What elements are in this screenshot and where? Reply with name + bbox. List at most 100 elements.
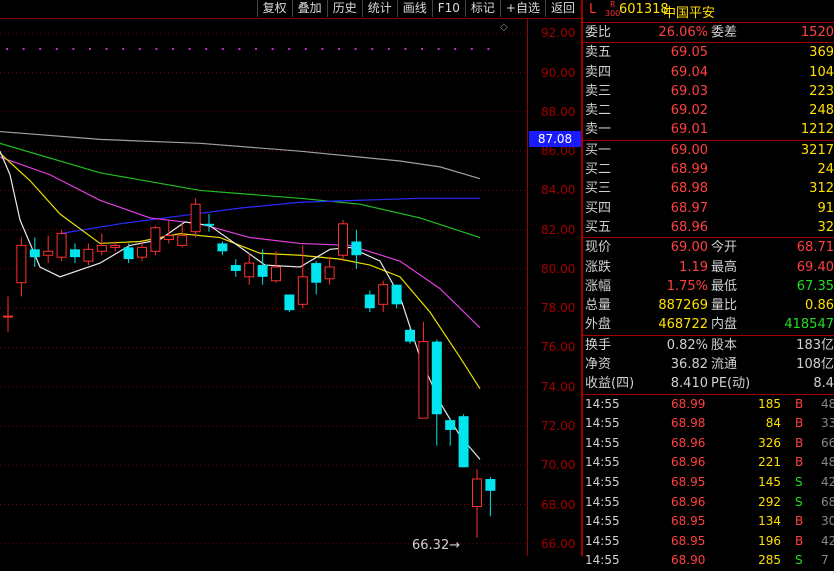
axis-label: 76.00 — [541, 340, 576, 355]
bid-row[interactable]: 买一 69.00 3217 — [583, 141, 834, 160]
candle-body — [297, 276, 308, 305]
bid-row[interactable]: 买二 68.99 24 — [583, 160, 834, 179]
candle-body — [378, 284, 389, 305]
toolbar-button[interactable]: 复权 — [256, 0, 292, 17]
kline-chart[interactable] — [0, 19, 582, 556]
marker-dot — [6, 48, 8, 50]
expand-icon[interactable]: ◇ — [500, 22, 508, 33]
tick-row: 14:55 68.96 326 B 66 — [585, 435, 834, 450]
axis-label: 90.00 — [541, 65, 576, 80]
marker-dot — [387, 48, 390, 50]
axis-label: 68.00 — [541, 497, 576, 512]
axis-label: 82.00 — [541, 222, 576, 237]
price: 68.97 — [670, 200, 708, 216]
volume: 32 — [817, 219, 834, 235]
candle-body — [56, 233, 67, 258]
axis-label: 70.00 — [541, 458, 576, 473]
bid-row[interactable]: 买五 68.96 32 — [583, 218, 834, 237]
axis-label: 74.00 — [541, 379, 576, 394]
toolbar-button[interactable]: 叠加 — [291, 0, 327, 17]
candle-body — [431, 341, 442, 415]
marker-dot — [39, 48, 42, 50]
current-price-tag: 87.08 — [529, 131, 581, 147]
candle-body — [70, 249, 80, 258]
candle-body — [110, 244, 121, 248]
toolbar-button[interactable]: +自选 — [499, 0, 545, 17]
marker-dot — [188, 48, 191, 50]
rong-badge: R 300 — [605, 0, 621, 18]
candle-body — [391, 284, 402, 305]
ma60-line — [59, 197, 480, 235]
candle-body — [257, 265, 268, 277]
marker-dot — [22, 48, 25, 50]
marker-dot — [371, 48, 374, 50]
bid-row[interactable]: 买四 68.97 91 — [583, 199, 834, 218]
weibi-value: 26.06% — [658, 25, 708, 40]
ask-row[interactable]: 卖三 69.03 223 — [583, 82, 834, 101]
low-price-label: 66.32→ — [412, 538, 461, 553]
tick-row: 14:55 68.96 292 S 68 — [585, 494, 834, 509]
marker-dot — [437, 48, 440, 50]
marker-dot — [238, 48, 241, 50]
candle-body — [458, 416, 469, 468]
quote-row: 外盘 468722 内盘 418547 — [585, 317, 834, 333]
candle-body — [405, 329, 415, 342]
marker-dot — [255, 48, 257, 50]
ask-row[interactable]: 卖五 69.05 369 — [583, 43, 834, 62]
ma5-line — [0, 150, 481, 460]
quote-row: 现价 69.00 今开 68.71 — [585, 240, 834, 256]
candle-body — [230, 265, 241, 271]
candle-body — [163, 235, 174, 241]
candle-body — [16, 244, 27, 284]
tick-row: 14:55 68.90 285 S 7 — [585, 553, 829, 568]
toolbar-button[interactable]: 统计 — [361, 0, 397, 17]
axis-label: 92.00 — [541, 26, 576, 41]
marker-dot — [421, 48, 423, 50]
bid-row[interactable]: 买三 68.98 312 — [583, 179, 834, 198]
volume: 248 — [809, 103, 834, 119]
marker-dot — [487, 48, 490, 50]
tick-list[interactable]: 14:55 68.99 185 B 48 14:55 68.98 84 B 33 14:55 68.9… — [583, 395, 834, 571]
quote-stats: 现价 69.00 今开 68.71 涨跌 1.19 最高 69.40 涨幅 1.75% 最低 67.3… — [583, 238, 834, 334]
low-price-value: 66.32 — [412, 538, 450, 553]
fundamentals: 换手 0.82% 股本 183亿 净资 36.82 流通 108亿 收益(四) 8.410 PE(动… — [583, 336, 834, 394]
toolbar-button[interactable]: F10 — [431, 0, 465, 17]
candle-body — [137, 246, 147, 258]
candle-body — [418, 341, 429, 419]
stock-header: L R 300 601318 中国平安 — [583, 0, 834, 23]
candle-body — [43, 250, 54, 256]
level-indicator: L — [589, 2, 597, 17]
toolbar-button[interactable]: 历史 — [326, 0, 362, 17]
stock-name: 中国平安 — [663, 6, 716, 21]
marker-dot — [404, 48, 407, 50]
weibi-row: 委比 26.06% 委差 1520 — [585, 25, 834, 40]
ask-book: 卖五 69.05 369 卖四 69.04 104 卖三 69.03 223 卖二 69.02 248… — [583, 43, 834, 139]
price: 69.04 — [670, 64, 708, 80]
ma120-line — [0, 130, 481, 180]
marker-dot — [221, 48, 224, 50]
ask-row[interactable]: 卖四 69.04 104 — [583, 63, 834, 82]
ask-row[interactable]: 卖一 69.01 1212 — [583, 120, 834, 139]
price: 68.98 — [670, 181, 708, 197]
marker-dot — [470, 48, 473, 50]
candle-body — [29, 249, 40, 258]
toolbar-button[interactable]: 标记 — [464, 0, 500, 17]
weicha-value: 1520 — [800, 25, 834, 40]
tick-row: 14:55 68.95 145 S 42 — [585, 475, 834, 490]
toolbar-button[interactable]: 画线 — [396, 0, 432, 17]
price: 68.99 — [670, 162, 708, 178]
ask-row[interactable]: 卖二 69.02 248 — [583, 101, 834, 120]
toolbar-button[interactable]: 返回 — [544, 0, 580, 17]
candle-body — [472, 478, 482, 508]
bid-book: 买一 69.00 3217 买二 68.99 24 买三 68.98 312 买四 68.97 91 买… — [583, 141, 834, 237]
tick-row: 14:55 68.95 134 B 30 — [585, 514, 834, 529]
marker-dot — [72, 48, 75, 50]
candle-body — [445, 420, 456, 430]
quote-row: 涨幅 1.75% 最低 67.35 — [585, 278, 834, 294]
marker-dot — [122, 48, 125, 50]
candle-body — [351, 241, 362, 256]
volume: 3217 — [800, 142, 834, 158]
marker-dot — [155, 48, 158, 50]
volume: 223 — [809, 83, 834, 99]
marker-dot — [354, 48, 357, 50]
